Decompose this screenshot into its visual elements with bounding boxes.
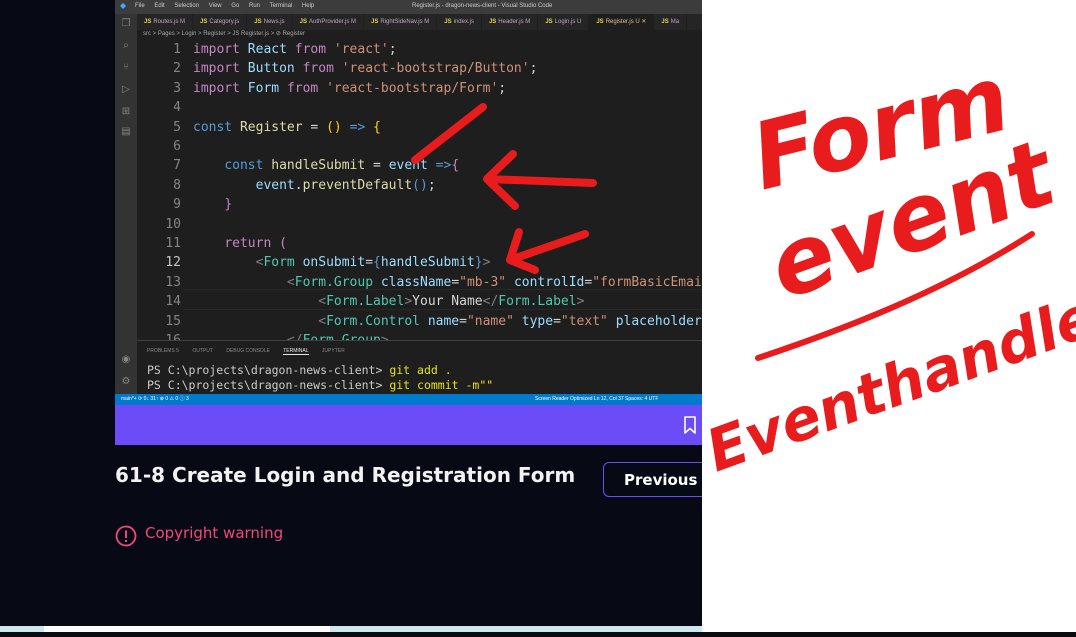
- lesson-title: 61-8 Create Login and Registration Form: [115, 463, 576, 487]
- bottom-taskbar-strip: [0, 626, 702, 632]
- video-frame[interactable]: ◆ File Edit Selection View Go Run Termin…: [115, 0, 702, 405]
- copyright-warning-text: Copyright warning: [145, 524, 284, 542]
- video-control-bar: [115, 405, 702, 445]
- bookmark-icon[interactable]: [682, 415, 698, 435]
- warning-circle-icon: [115, 525, 137, 547]
- course-player-panel: ◆ File Edit Selection View Go Run Termin…: [0, 0, 702, 632]
- taskbar-window-preview: [44, 626, 330, 632]
- annotation-word-eventhandler: Eventhandler: [702, 271, 1076, 485]
- previous-button[interactable]: Previous: [603, 462, 702, 497]
- handwritten-annotation: Form event Eventhandler: [698, 45, 1076, 486]
- annotation-whiteboard: Form event Eventhandler: [698, 0, 1076, 632]
- arrow-annotations: [411, 103, 597, 274]
